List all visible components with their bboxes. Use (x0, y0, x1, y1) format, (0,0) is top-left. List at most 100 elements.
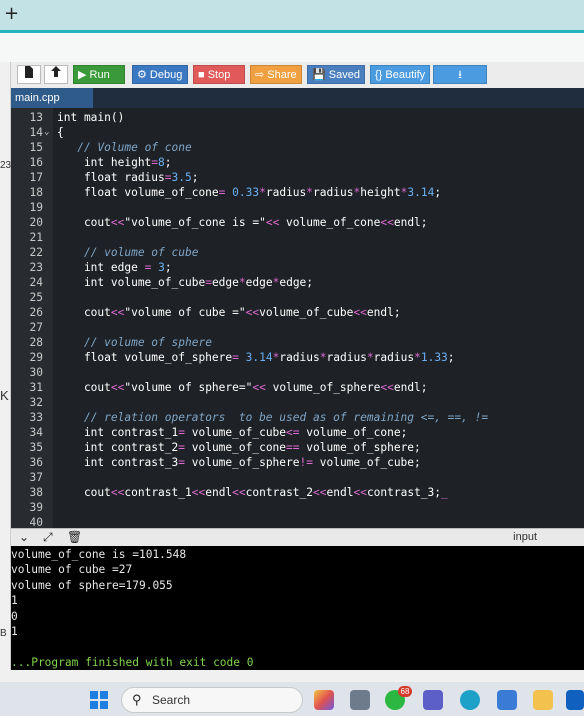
saved-button[interactable]: 💾 Saved (307, 65, 365, 84)
teams-icon[interactable] (423, 690, 443, 710)
output-panel-header: ⌄ ⤢ 🗑 input (11, 528, 584, 547)
console-output-line: volume_of_cone is =101.548 (11, 548, 187, 561)
code-line[interactable]: 28 // volume of sphere (11, 335, 584, 350)
line-number: 33 (29, 411, 43, 424)
line-number: 17 (29, 171, 43, 184)
line-number: 26 (29, 306, 43, 319)
code-line[interactable]: 21 (11, 230, 584, 245)
windows-start-icon[interactable] (90, 691, 108, 709)
code-line[interactable]: 16 int height=8; (11, 155, 584, 170)
code-line[interactable]: 35 int contrast_2= volume_of_cone== volu… (11, 440, 584, 455)
pinned-app-icon[interactable] (566, 690, 584, 710)
code-text: float volume_of_sphere= 3.14*radius*radi… (57, 351, 455, 364)
line-number: 19 (29, 201, 43, 214)
code-line[interactable]: 14 ⌄ { (11, 125, 584, 140)
code-text: int height=8; (57, 156, 172, 169)
code-line[interactable]: 17 float radius=3.5; (11, 170, 584, 185)
code-line[interactable]: 27 (11, 320, 584, 335)
line-number: 39 (29, 501, 43, 514)
left-strip-label: B (0, 628, 7, 639)
windows-taskbar: ⚲ Search 68 (0, 682, 584, 716)
upload-icon[interactable] (44, 65, 68, 84)
code-text: int edge = 3; (57, 261, 172, 274)
beautify-button[interactable]: {} Beautify (370, 65, 430, 84)
console-output-line: 1 (11, 594, 18, 608)
new-tab-button[interactable]: + (4, 3, 19, 24)
code-line[interactable]: 31 cout<<"volume of sphere="<< volume_of… (11, 380, 584, 395)
code-line[interactable]: 29 float volume_of_sphere= 3.14*radius*r… (11, 350, 584, 365)
line-number: 34 (29, 426, 43, 439)
code-line[interactable]: 40 (11, 515, 584, 528)
download-button[interactable]: ⭳ (433, 65, 487, 84)
search-icon: ⚲ (132, 692, 142, 707)
code-line[interactable]: 25 (11, 290, 584, 305)
code-line[interactable]: 36 int contrast_3= volume_of_sphere!= vo… (11, 455, 584, 470)
search-label: Search (152, 693, 191, 707)
new-file-icon[interactable] (17, 65, 41, 84)
line-number: 27 (29, 321, 43, 334)
share-button[interactable]: ⇨ Share (250, 65, 302, 84)
code-line[interactable]: 34 int contrast_1= volume_of_cube<= volu… (11, 425, 584, 440)
expand-arrows-icon[interactable]: ⤢ (43, 530, 53, 545)
line-number: 15 (29, 141, 43, 154)
code-line[interactable]: 15 // Volume of cone (11, 140, 584, 155)
line-number: 13 (29, 111, 43, 124)
window-bottom-edge (0, 670, 584, 682)
code-line[interactable]: 26 cout<<"volume of cube ="<<volume_of_c… (11, 305, 584, 320)
code-line[interactable]: 32 (11, 395, 584, 410)
file-explorer-icon[interactable] (533, 690, 553, 710)
collapse-chevron-icon[interactable]: ⌄ (19, 530, 29, 544)
code-line[interactable]: 33 // relation operators to be used as o… (11, 410, 584, 425)
code-line[interactable]: 13 int main() (11, 110, 584, 125)
code-text: float volume_of_cone= 0.33*radius*radius… (57, 186, 442, 199)
line-number: 18 (29, 186, 43, 199)
run-button[interactable]: ▶ Run (73, 65, 125, 84)
console-output-line: 0 (11, 609, 18, 623)
code-text: // Volume of cone (77, 141, 192, 154)
fold-toggle-icon[interactable]: ⌄ (44, 125, 49, 140)
line-number: 22 (29, 246, 43, 259)
output-console[interactable]: volume_of_cone is =101.548 volume of cube… (11, 546, 584, 670)
left-strip-label: 23 (0, 160, 12, 171)
file-tab-bar: main.cpp (11, 88, 584, 108)
code-line[interactable]: 18 float volume_of_cone= 0.33*radius*rad… (11, 185, 584, 200)
code-text: int contrast_1= volume_of_cube<= volume_… (57, 426, 408, 439)
stop-button[interactable]: ■ Stop (193, 65, 245, 84)
code-line[interactable]: 19 (11, 200, 584, 215)
code-editor[interactable]: 13 int main() 14 ⌄{15 // Volume of cone 16 i… (11, 108, 584, 528)
line-number: 30 (29, 366, 43, 379)
line-number: 20 (29, 216, 43, 229)
line-number: 23 (29, 261, 43, 274)
line-number: 32 (29, 396, 43, 409)
code-text: cout<<"volume of sphere="<< volume_of_sp… (57, 381, 428, 394)
code-line[interactable]: 38 cout<<contrast_1<<endl<<contrast_2<<e… (11, 485, 584, 500)
task-view-icon[interactable] (350, 690, 370, 710)
taskbar-search-box[interactable]: ⚲ Search (121, 687, 303, 713)
code-text: int main() (57, 111, 125, 124)
edge-browser-icon[interactable] (460, 690, 480, 710)
code-text: // volume of sphere (83, 336, 212, 349)
line-number: 28 (29, 336, 43, 349)
code-line[interactable]: 24 int volume_of_cube=edge*edge*edge; (11, 275, 584, 290)
code-line[interactable]: 20 cout<<"volume_of_cone is ="<< volume_… (11, 215, 584, 230)
line-number: 21 (29, 231, 43, 244)
input-label[interactable]: input (513, 531, 537, 543)
code-line[interactable]: 37 (11, 470, 584, 485)
address-bar (0, 30, 584, 62)
code-line[interactable]: 39 (11, 500, 584, 515)
line-number: 36 (29, 456, 43, 469)
left-strip-label: K (0, 388, 9, 403)
code-line[interactable]: 30 (11, 365, 584, 380)
copilot-icon[interactable] (314, 690, 334, 710)
debug-button[interactable]: ⚙ Debug (132, 65, 188, 84)
code-text: // relation operators to be used as of r… (83, 411, 489, 424)
browser-tab-strip: + (0, 0, 584, 30)
code-line[interactable]: 23 int edge = 3; (11, 260, 584, 275)
line-number: 14 (29, 126, 43, 139)
code-line[interactable]: 22 // volume of cube (11, 245, 584, 260)
store-icon[interactable] (497, 690, 517, 710)
tab-main-cpp[interactable]: main.cpp (11, 88, 93, 108)
code-text: int volume_of_cube=edge*edge*edge; (57, 276, 314, 289)
line-number: 31 (29, 381, 43, 394)
clear-console-icon[interactable]: 🗑 (67, 530, 82, 544)
